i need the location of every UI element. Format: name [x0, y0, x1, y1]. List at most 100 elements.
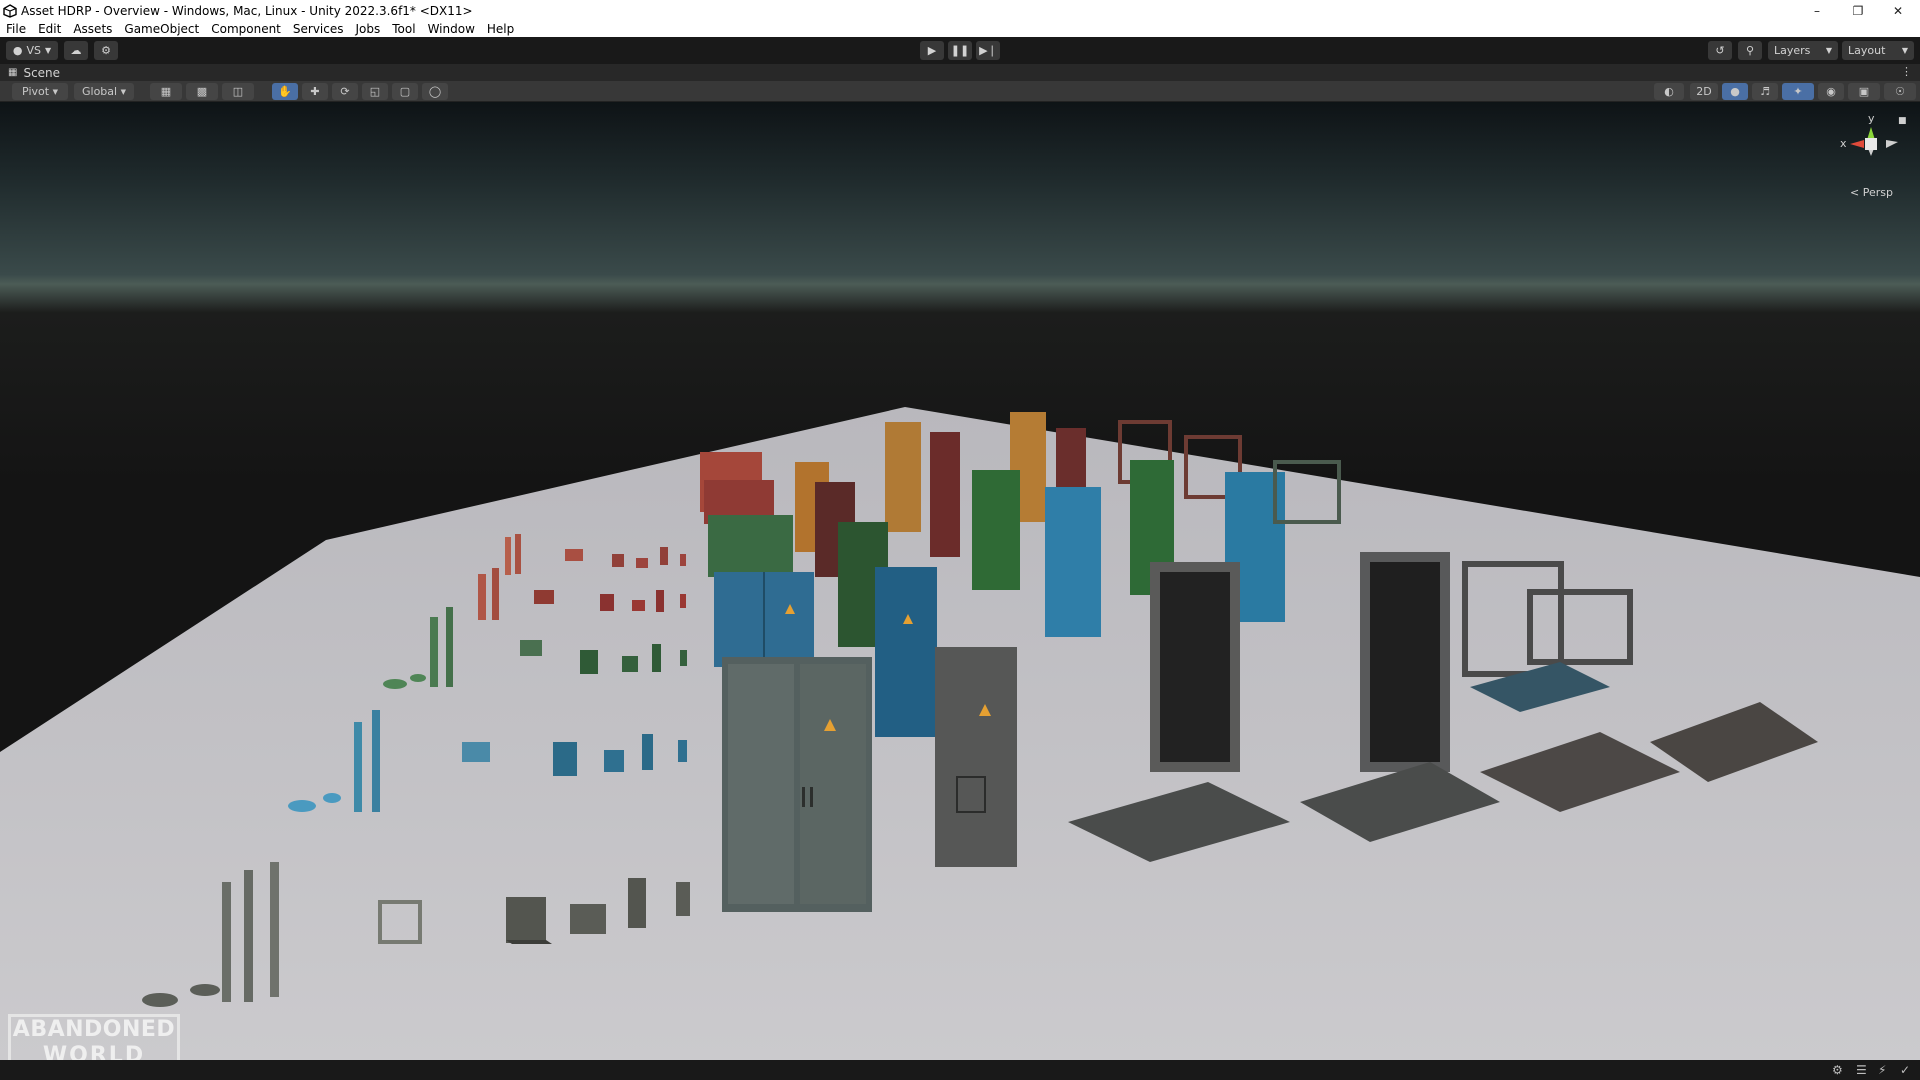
- status-bar: ⚙ ☰ ⚡ ✓: [0, 1060, 1920, 1080]
- menu-assets[interactable]: Assets: [67, 21, 118, 37]
- hand-tool-icon: ✋: [278, 85, 292, 98]
- global-label: Global: [82, 85, 118, 98]
- window-titlebar: Asset HDRP - Overview - Windows, Mac, Li…: [0, 0, 1920, 21]
- layout-label: Layout: [1848, 44, 1886, 57]
- camera-icon: ▣: [1858, 85, 1870, 98]
- rotate-tool-icon: ⟳: [340, 85, 350, 98]
- lighting-icon: ●: [1730, 85, 1740, 98]
- snap-icon: ▩: [196, 85, 208, 98]
- view-gizmo[interactable]: y x ■: [1820, 112, 1920, 172]
- network-icon[interactable]: ⚡: [1878, 1063, 1886, 1077]
- menu-edit[interactable]: Edit: [32, 21, 67, 37]
- tab-bar: ▦ Scene ⋮: [0, 64, 1920, 81]
- account-dropdown[interactable]: ● VS ▼: [6, 41, 58, 60]
- close-icon[interactable]: ✕: [1878, 0, 1918, 21]
- camera-settings-button[interactable]: ▣: [1848, 83, 1880, 100]
- transform-tool-button[interactable]: ◯: [422, 83, 448, 100]
- scene-viewport[interactable]: y x ■ < Persp: [0, 102, 1920, 1060]
- debug-icon[interactable]: ⚙: [1832, 1063, 1843, 1077]
- rotate-tool-button[interactable]: ⟳: [332, 83, 358, 100]
- cabinet-blue-tall: [875, 567, 937, 737]
- grid-snap-button[interactable]: ▦: [150, 83, 182, 100]
- lighting-toggle[interactable]: ●: [1722, 83, 1748, 100]
- step-button[interactable]: ▶❘: [976, 41, 1000, 60]
- step-icon: ▶❘: [979, 44, 997, 57]
- search-icon: ⚲: [1745, 44, 1755, 57]
- menu-component[interactable]: Component: [205, 21, 287, 37]
- scene-icon: ▦: [8, 67, 18, 78]
- shading-icon: ◐: [1664, 85, 1674, 98]
- main-toolbar: ● VS ▼ ☁ ⚙ ▶ ❚❚ ▶❘ ↺ ⚲ Layers ▼ Layout ▼: [0, 37, 1920, 64]
- projection-toggle[interactable]: < Persp: [1850, 186, 1893, 199]
- layers-status-icon[interactable]: ☰: [1856, 1063, 1867, 1077]
- scale-tool-button[interactable]: ◱: [362, 83, 388, 100]
- account-label: VS: [26, 44, 41, 57]
- grid-visibility-icon: ◫: [232, 85, 244, 98]
- chevron-down-icon: ▼: [44, 46, 52, 55]
- grid-icon: ▦: [160, 85, 172, 98]
- shading-mode-button[interactable]: ◐: [1654, 83, 1684, 100]
- gizmo-y-label: y: [1868, 112, 1875, 125]
- chevron-down-icon: ▼: [1901, 46, 1908, 55]
- layout-dropdown[interactable]: Layout ▼: [1842, 41, 1914, 60]
- visibility-icon: ◉: [1826, 85, 1836, 98]
- logo-line1: ABANDONED: [12, 1017, 176, 1042]
- tab-scene-label: Scene: [23, 65, 61, 80]
- rect-tool-button[interactable]: ▢: [392, 83, 418, 100]
- layers-label: Layers: [1774, 44, 1811, 57]
- chevron-down-icon: ▼: [52, 87, 58, 96]
- more-options-icon[interactable]: ⋮: [1901, 65, 1912, 78]
- cabinet-grey-tall: [935, 647, 1017, 867]
- history-button[interactable]: ↺: [1708, 41, 1732, 60]
- mode-2d-button[interactable]: 2D: [1690, 83, 1718, 100]
- menu-bar: File Edit Assets GameObject Component Se…: [0, 21, 1920, 37]
- menu-jobs[interactable]: Jobs: [350, 21, 387, 37]
- audio-toggle[interactable]: ♬: [1752, 83, 1778, 100]
- menu-services[interactable]: Services: [287, 21, 350, 37]
- effects-toggle[interactable]: ✦: [1782, 83, 1814, 100]
- chevron-down-icon: ▼: [120, 87, 126, 96]
- settings-button[interactable]: ⚙: [94, 41, 118, 60]
- scale-tool-icon: ◱: [369, 85, 381, 98]
- gizmo-x-label: x: [1840, 137, 1847, 150]
- status-check-icon[interactable]: ✓: [1900, 1063, 1910, 1077]
- layers-dropdown[interactable]: Layers ▼: [1768, 41, 1838, 60]
- tab-scene[interactable]: ▦ Scene: [0, 64, 68, 81]
- menu-gameobject[interactable]: GameObject: [118, 21, 205, 37]
- hand-tool-button[interactable]: ✋: [272, 83, 298, 100]
- mode-2d-label: 2D: [1696, 85, 1712, 98]
- chevron-left-icon: <: [1850, 186, 1860, 199]
- grid-visibility-button[interactable]: ◫: [222, 83, 254, 100]
- menu-file[interactable]: File: [0, 21, 32, 37]
- rect-tool-icon: ▢: [399, 85, 411, 98]
- move-tool-icon: ✚: [310, 85, 320, 98]
- snap-increment-button[interactable]: ▩: [186, 83, 218, 100]
- menu-tool[interactable]: Tool: [386, 21, 421, 37]
- cabinet-grey-large: [722, 657, 872, 912]
- restore-icon[interactable]: ❐: [1838, 0, 1878, 21]
- audio-icon: ♬: [1760, 85, 1770, 98]
- play-button[interactable]: ▶: [920, 41, 944, 60]
- scene-toolbar: Pivot ▼ Global ▼ ▦ ▩ ◫ ✋ ✚ ⟳ ◱ ▢ ◯ ◐ 2D …: [0, 81, 1920, 102]
- menu-window[interactable]: Window: [422, 21, 481, 37]
- transform-tool-icon: ◯: [428, 85, 442, 98]
- global-dropdown[interactable]: Global ▼: [74, 83, 134, 100]
- visibility-toggle[interactable]: ◉: [1818, 83, 1844, 100]
- menu-help[interactable]: Help: [481, 21, 520, 37]
- pivot-dropdown[interactable]: Pivot ▼: [12, 83, 68, 100]
- settings-icon: ⚙: [101, 44, 111, 57]
- cabinet-blue-wide: [714, 572, 814, 667]
- pivot-label: Pivot: [22, 85, 50, 98]
- move-tool-button[interactable]: ✚: [302, 83, 328, 100]
- search-button[interactable]: ⚲: [1738, 41, 1762, 60]
- lock-icon[interactable]: ■: [1898, 116, 1907, 126]
- window-title: Asset HDRP - Overview - Windows, Mac, Li…: [21, 3, 473, 18]
- cabinet-green-wide: [708, 515, 793, 577]
- unity-icon: [3, 3, 17, 18]
- cloud-button[interactable]: ☁: [64, 41, 88, 60]
- gizmos-icon: ☉: [1895, 85, 1905, 98]
- cloud-icon: ☁: [70, 44, 82, 57]
- pause-button[interactable]: ❚❚: [948, 41, 972, 60]
- gizmos-button[interactable]: ☉: [1884, 83, 1916, 100]
- minimize-icon[interactable]: –: [1797, 0, 1837, 21]
